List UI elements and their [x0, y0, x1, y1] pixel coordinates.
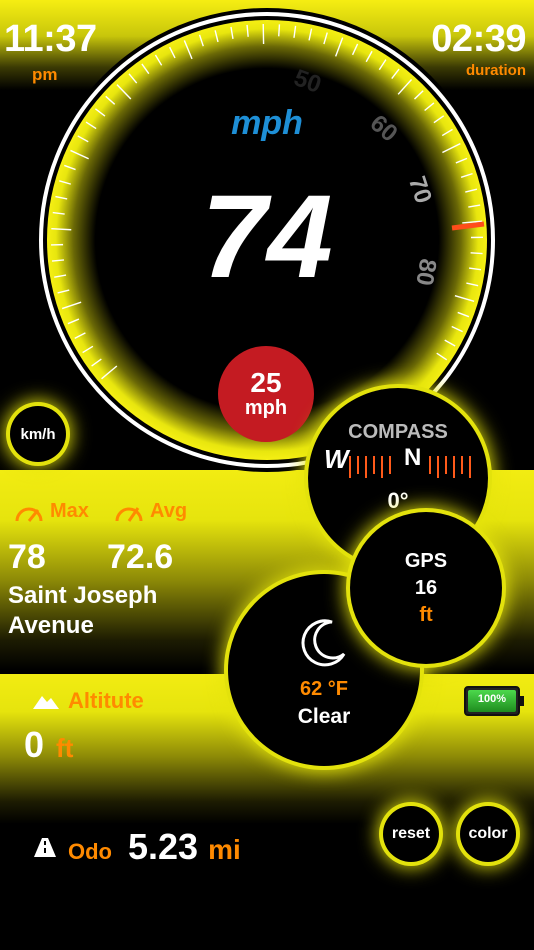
street-name-line1: Saint Joseph — [8, 582, 158, 609]
compass-title: COMPASS — [348, 420, 448, 443]
color-button[interactable]: color — [460, 806, 516, 862]
odometer-unit: mi — [208, 834, 241, 865]
altitude-reading: 0 ft — [24, 724, 73, 766]
avg-label: Avg — [150, 500, 188, 522]
compass-letter-north: N — [404, 444, 422, 471]
altitude-header: Altitute — [32, 688, 144, 714]
altitude-label: Altitute — [68, 688, 144, 713]
current-speed: 74 — [201, 171, 333, 303]
mountain-icon — [33, 696, 59, 709]
avg-speed-value: 72.6 — [107, 538, 174, 576]
reset-label: reset — [391, 825, 431, 842]
compass-heading: 0° — [387, 487, 409, 513]
dial-tick — [278, 24, 281, 37]
battery-indicator: 100% — [464, 686, 524, 716]
max-speed-value: 78 — [8, 538, 46, 576]
clock-period: pm — [32, 65, 58, 84]
weather-temperature: 62 °F — [299, 677, 349, 700]
reset-button[interactable]: reset — [383, 806, 439, 862]
altitude-value: 0 — [24, 724, 45, 765]
battery-label: 100% — [477, 693, 507, 705]
max-label: Max — [50, 500, 89, 522]
clock-time: 11:37 — [4, 18, 97, 60]
compass-letter-west: W — [324, 444, 349, 474]
road-icon — [34, 838, 56, 857]
speed-limit-unit: mph — [244, 397, 288, 419]
speed-unit: mph — [231, 104, 303, 142]
gps-accuracy-unit: ft — [419, 603, 433, 626]
gps-label: GPS — [404, 549, 448, 572]
street-name-line2: Avenue — [8, 612, 94, 639]
trip-duration: 02:39 — [431, 18, 526, 60]
odometer: Odo 5.23 mi — [32, 826, 241, 868]
altitude-unit: ft — [56, 733, 74, 763]
unit-toggle-button[interactable]: km/h — [10, 406, 66, 462]
gps-widget[interactable]: GPS 16 ft — [350, 512, 502, 664]
speed-limit-value: 25 — [250, 367, 282, 398]
avg-speed-header: Avg — [114, 500, 187, 523]
odometer-value: 5.23 — [128, 826, 199, 867]
odometer-label: Odo — [68, 839, 112, 864]
color-label: color — [468, 825, 508, 842]
speed-limit-badge[interactable]: 25 mph — [218, 346, 314, 442]
duration-label: duration — [466, 62, 526, 79]
moon-icon — [301, 618, 346, 666]
gauge-icon — [15, 507, 43, 522]
max-speed-header: Max — [14, 500, 89, 523]
gauge-icon — [115, 506, 143, 522]
unit-toggle-label: km/h — [20, 425, 56, 443]
gps-accuracy-value: 16 — [414, 576, 438, 599]
battery-cap — [520, 696, 524, 706]
weather-condition: Clear — [297, 704, 351, 728]
